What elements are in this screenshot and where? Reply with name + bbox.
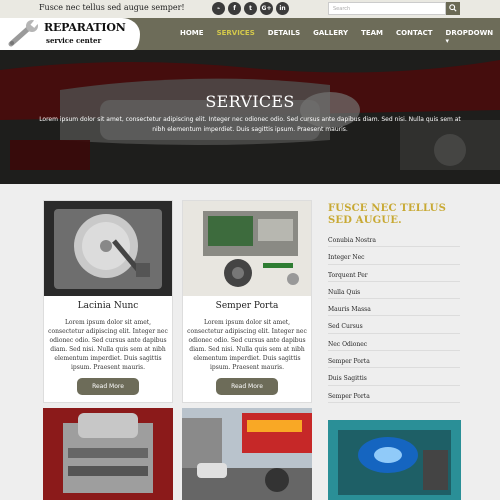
read-more-button[interactable]: Read More (77, 378, 139, 395)
search-icon (449, 4, 457, 12)
page-title: SERVICES (205, 92, 295, 111)
top-bar: Fusce nec tellus sed augue semper! ⌁ f t… (0, 0, 500, 18)
sidebar-link[interactable]: Semper Porta (328, 351, 460, 369)
sidebar-link[interactable]: Mauris Massa (328, 299, 460, 317)
gallery-image-blue-engine (328, 420, 461, 500)
service-card: Lacinia Nunc Lorem ipsum dolor sit amet,… (43, 200, 173, 403)
sidebar-title: FUSCE NEC TELLUS SED AUGUE. (328, 203, 447, 226)
sidebar-link[interactable]: Integer Nec (328, 247, 460, 265)
sidebar-link[interactable]: Duis Sagittis (328, 368, 460, 386)
facebook-icon[interactable]: f (228, 2, 241, 15)
card-image-hard-drive (44, 201, 172, 296)
logo-title: REPARATION (44, 21, 126, 34)
wrench-icon (8, 20, 39, 47)
nav-team[interactable]: TEAM (361, 29, 383, 45)
card-title: Lacinia Nunc (77, 301, 139, 311)
card-text: Lorem ipsum dolor sit amet, consectetur … (187, 319, 307, 371)
search-button[interactable] (446, 2, 460, 15)
sidebar-link[interactable]: Semper Porta (328, 386, 460, 403)
nav-contact[interactable]: CONTACT (396, 29, 433, 45)
gallery-image-street-shop (182, 408, 312, 500)
rss-icon[interactable]: ⌁ (212, 2, 225, 15)
card-text: Lorem ipsum dolor sit amet, consectetur … (48, 319, 168, 371)
sidebar-link[interactable]: Sed Cursus (328, 316, 460, 334)
read-more-button[interactable]: Read More (216, 378, 278, 395)
nav-details[interactable]: DETAILS (268, 29, 300, 45)
sidebar-link[interactable]: Nulla Quis (328, 282, 460, 300)
twitter-icon[interactable]: t (244, 2, 257, 15)
main-nav: HOME SERVICES DETAILS GALLERY TEAM CONTA… (180, 29, 500, 45)
search-input[interactable]: Search (328, 2, 446, 15)
nav-dropdown[interactable]: DROPDOWN ▾ (446, 29, 494, 45)
card-image-laptop-repair (183, 201, 311, 296)
sidebar-link[interactable]: Conubia Nostra (328, 230, 460, 248)
google-plus-icon[interactable]: G+ (260, 2, 273, 15)
logo-subtitle: service center (46, 36, 102, 45)
social-links: ⌁ f t G+ in (212, 2, 289, 15)
nav-home[interactable]: HOME (180, 29, 204, 45)
nav-services[interactable]: SERVICES (217, 29, 255, 45)
tagline: Fusce nec tellus sed augue semper! (39, 3, 185, 12)
nav-gallery[interactable]: GALLERY (313, 29, 348, 45)
hero-banner: SERVICES Lorem ipsum dolor sit amet, con… (0, 50, 500, 184)
gallery-image-engine (43, 408, 173, 500)
card-title: Semper Porta (215, 301, 279, 311)
sidebar-list: Conubia Nostra Integer Nec Torquent Per … (328, 230, 460, 403)
linkedin-icon[interactable]: in (276, 2, 289, 15)
service-card: Semper Porta Lorem ipsum dolor sit amet,… (182, 200, 312, 403)
sidebar-link[interactable]: Nec Odionec (328, 334, 460, 352)
hero-description: Lorem ipsum dolor sit amet, consectetur … (39, 116, 461, 133)
sidebar-link[interactable]: Torquent Per (328, 265, 460, 282)
